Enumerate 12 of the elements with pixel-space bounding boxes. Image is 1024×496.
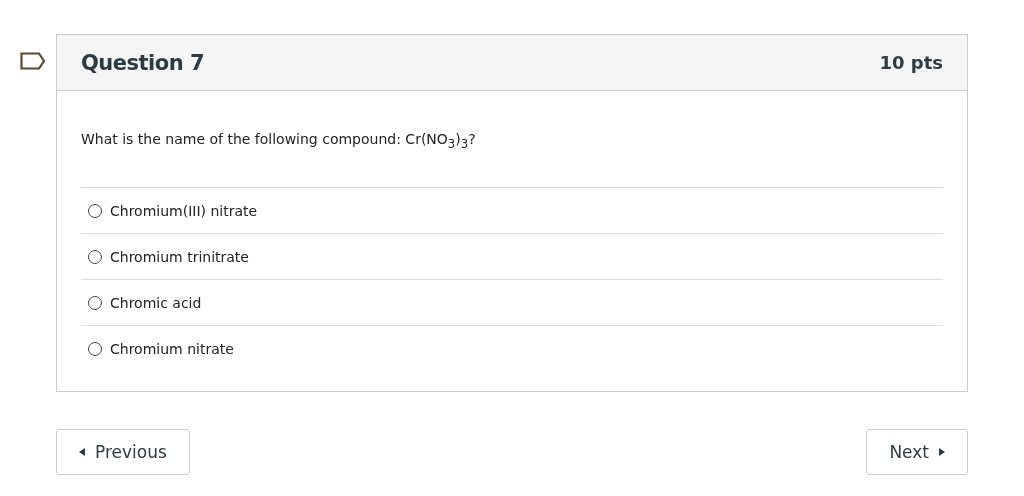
flag-icon[interactable]	[20, 52, 46, 70]
caret-right-icon	[939, 448, 945, 456]
points-label: 10 pts	[879, 52, 943, 73]
question-text: What is the name of the following compound: Cr(NO$_{3}$)$_{3}$?	[81, 131, 477, 153]
previous-button[interactable]: Previous	[56, 429, 190, 475]
next-button[interactable]: Next	[866, 429, 968, 475]
answer-option[interactable]: Chromic acid	[110, 294, 202, 311]
answer-option[interactable]: Chromium nitrate	[110, 340, 234, 357]
caret-left-icon	[79, 448, 85, 456]
answer-option[interactable]: Chromium(III) nitrate	[110, 202, 258, 219]
question-title: Question 7	[81, 50, 205, 75]
answer-option[interactable]: Chromium trinitrate	[110, 248, 249, 265]
